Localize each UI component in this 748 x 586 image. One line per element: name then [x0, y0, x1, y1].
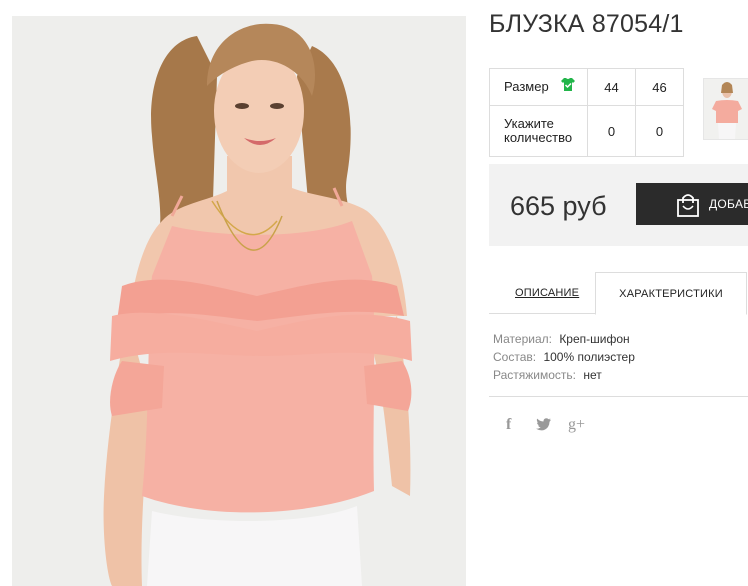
- spec-row-composition: Состав: 100% полиэстер: [493, 348, 635, 366]
- product-tabs: ОПИСАНИЕ ХАРАКТЕРИСТИКИ: [489, 272, 748, 315]
- size-label: Размер: [504, 78, 549, 94]
- spec-name: Растяжимость:: [493, 368, 577, 382]
- product-title: БЛУЗКА 87054/1: [489, 10, 684, 38]
- size-option-44[interactable]: 44: [587, 68, 636, 106]
- model-illustration: [12, 16, 466, 586]
- add-to-cart-label: ДОБАВ: [709, 197, 748, 211]
- spec-value: Креп-шифон: [559, 332, 630, 346]
- quantity-input-44[interactable]: 0: [587, 105, 636, 157]
- tab-description[interactable]: ОПИСАНИЕ: [515, 287, 579, 299]
- twitter-icon[interactable]: [536, 418, 551, 436]
- quantity-label: Укажите количество: [489, 105, 588, 157]
- spec-value: нет: [583, 368, 602, 382]
- quantity-input-46[interactable]: 0: [635, 105, 684, 157]
- tab-characteristics[interactable]: ХАРАКТЕРИСТИКИ: [595, 272, 747, 315]
- spec-name: Состав:: [493, 350, 537, 364]
- product-photo[interactable]: [12, 16, 466, 586]
- size-chart-icon[interactable]: [560, 77, 576, 95]
- shopping-bag-icon: [676, 192, 700, 223]
- google-plus-icon[interactable]: g+: [568, 416, 585, 434]
- price-panel: 665 руб ДОБАВ: [489, 164, 748, 246]
- facebook-icon[interactable]: f: [506, 416, 511, 434]
- spec-value: 100% полиэстер: [543, 350, 635, 364]
- size-option-46[interactable]: 46: [635, 68, 684, 106]
- characteristics-list: Материал: Креп-шифон Состав: 100% полиэс…: [493, 330, 635, 384]
- spec-row-stretch: Растяжимость: нет: [493, 366, 635, 384]
- size-table: Размер 44 46 Укажите количество 0 0: [489, 68, 684, 157]
- tab-divider: [489, 313, 595, 314]
- spec-name: Материал:: [493, 332, 552, 346]
- tab-characteristics-label: ХАРАКТЕРИСТИКИ: [619, 288, 723, 300]
- add-to-cart-button[interactable]: ДОБАВ: [636, 183, 748, 225]
- size-label-cell: Размер: [489, 68, 588, 106]
- price-value: 665 руб: [510, 191, 607, 221]
- spec-row-material: Материал: Креп-шифон: [493, 330, 635, 348]
- section-divider: [489, 396, 748, 397]
- product-thumbnail[interactable]: [703, 78, 748, 140]
